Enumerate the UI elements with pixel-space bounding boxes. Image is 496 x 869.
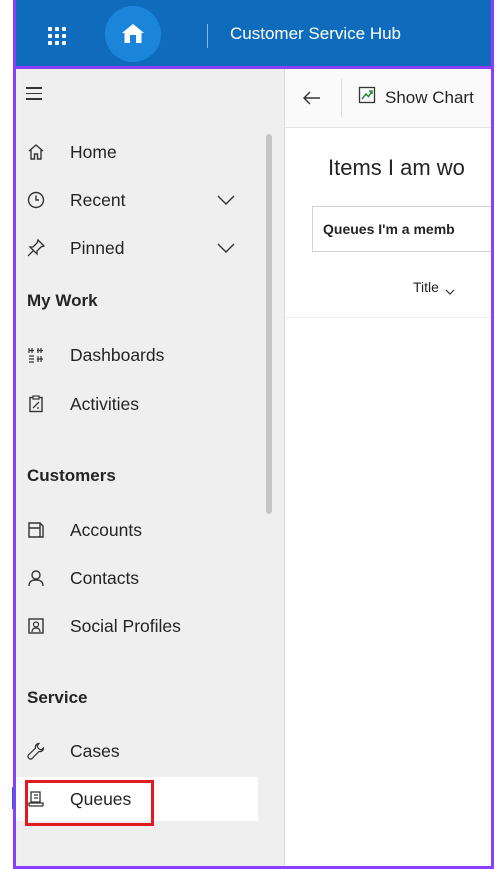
section-title-customers: Customers bbox=[27, 466, 116, 485]
main-content: Show Chart Items I am wo Queues I'm a me… bbox=[285, 69, 491, 866]
sidebar-item-cases[interactable]: Cases bbox=[16, 729, 258, 773]
section-title-my-work: My Work bbox=[27, 291, 98, 310]
column-header-label: Title bbox=[413, 279, 439, 295]
hamburger-menu-button[interactable] bbox=[26, 87, 48, 103]
column-header-title[interactable]: Title bbox=[413, 279, 455, 295]
home-button[interactable] bbox=[105, 6, 161, 62]
dashboard-icon bbox=[26, 345, 46, 365]
sidebar-item-label: Dashboards bbox=[70, 344, 165, 365]
sidebar-item-social-profiles[interactable]: Social Profiles bbox=[16, 604, 258, 648]
sidebar-item-dashboards[interactable]: Dashboards bbox=[16, 333, 258, 377]
grid-column-header-row: Title bbox=[285, 265, 491, 318]
app-launcher-icon bbox=[48, 27, 66, 45]
sidebar-item-recent[interactable]: Recent bbox=[16, 178, 258, 222]
view-title[interactable]: Items I am wo bbox=[328, 155, 465, 181]
command-bar: Show Chart bbox=[285, 69, 491, 128]
chart-icon bbox=[357, 85, 377, 110]
highlight-annotation-box bbox=[25, 780, 154, 826]
back-arrow-icon[interactable] bbox=[301, 87, 323, 109]
social-profile-icon bbox=[26, 616, 46, 636]
sidebar-item-label: Social Profiles bbox=[70, 615, 181, 636]
sidebar-item-label: Contacts bbox=[70, 567, 140, 588]
sidebar-item-home[interactable]: Home bbox=[16, 130, 258, 174]
top-bar-divider bbox=[207, 24, 208, 48]
top-bar: Customer Service Hub bbox=[13, 0, 494, 69]
chevron-down-icon[interactable] bbox=[216, 241, 236, 255]
show-chart-button[interactable]: Show Chart bbox=[357, 85, 474, 110]
wrench-icon bbox=[26, 741, 46, 761]
sitemap-sidebar: Home Recent Pinned My Work Dashboards Ac… bbox=[12, 69, 285, 866]
home-outline-icon bbox=[26, 142, 46, 162]
person-icon bbox=[26, 568, 46, 588]
sidebar-item-accounts[interactable]: Accounts bbox=[16, 508, 258, 552]
pin-icon bbox=[26, 238, 46, 258]
app-launcher-button[interactable] bbox=[39, 18, 75, 54]
sidebar-item-activities[interactable]: Activities bbox=[16, 382, 258, 426]
chevron-down-icon[interactable] bbox=[216, 193, 236, 207]
clock-icon bbox=[26, 190, 46, 210]
show-chart-label: Show Chart bbox=[385, 87, 474, 107]
building-icon bbox=[26, 520, 46, 540]
section-title-service: Service bbox=[27, 688, 88, 707]
sidebar-item-pinned[interactable]: Pinned bbox=[16, 226, 258, 270]
sidebar-item-label: Recent bbox=[70, 189, 126, 210]
chevron-down-icon bbox=[445, 283, 455, 295]
queue-view-selector[interactable]: Queues I'm a memb bbox=[312, 206, 491, 252]
command-bar-divider bbox=[341, 79, 342, 117]
sidebar-scrollbar[interactable] bbox=[266, 134, 272, 514]
sidebar-item-label: Activities bbox=[70, 393, 140, 414]
selected-indicator bbox=[12, 787, 16, 809]
sidebar-item-label: Accounts bbox=[70, 519, 142, 540]
sidebar-item-label: Home bbox=[70, 141, 117, 162]
app-title[interactable]: Customer Service Hub bbox=[230, 22, 401, 46]
sidebar-item-contacts[interactable]: Contacts bbox=[16, 556, 258, 600]
clipboard-icon bbox=[26, 394, 46, 414]
sidebar-item-label: Cases bbox=[70, 740, 120, 761]
sidebar-item-label: Pinned bbox=[70, 237, 125, 258]
home-icon bbox=[122, 24, 144, 43]
